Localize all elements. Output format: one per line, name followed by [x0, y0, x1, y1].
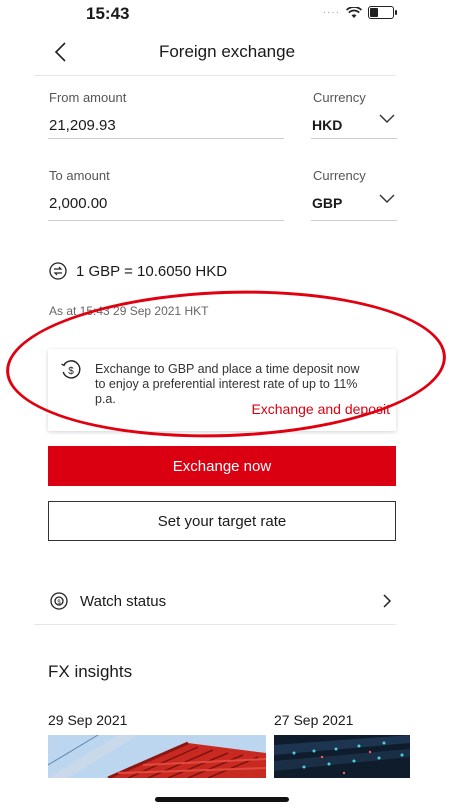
page-title: Foreign exchange — [158, 42, 296, 61]
from-currency-underline — [311, 138, 397, 139]
swap-icon — [49, 262, 67, 280]
watch-divider — [34, 624, 396, 625]
home-indicator — [155, 797, 289, 802]
to-amount-label: To amount — [49, 168, 110, 183]
watch-status-label: Watch status — [80, 593, 167, 610]
status-time: 15:43 — [86, 4, 130, 23]
insight-image-crane — [48, 735, 266, 778]
status-icons: ···· — [322, 6, 397, 19]
from-currency-select[interactable]: HKD — [312, 117, 342, 133]
chevron-down-icon[interactable] — [378, 193, 396, 205]
from-currency-label: Currency — [313, 90, 366, 105]
insight-card-date: 27 Sep 2021 — [274, 712, 354, 728]
to-currency-underline — [311, 220, 397, 221]
to-currency-select[interactable]: GBP — [312, 195, 342, 211]
insight-card-date: 29 Sep 2021 — [48, 712, 128, 728]
set-target-rate-button[interactable]: Set your target rate — [48, 501, 396, 541]
from-amount-label: From amount — [49, 90, 127, 105]
fx-insights-title: FX insights — [48, 662, 133, 681]
nav-divider — [34, 75, 396, 76]
to-amount-underline — [48, 220, 284, 221]
to-amount-field[interactable]: 2,000.00 — [49, 195, 107, 212]
from-amount-underline — [48, 138, 284, 139]
insight-card-image[interactable] — [48, 735, 266, 778]
exchange-now-button[interactable]: Exchange now — [48, 446, 396, 486]
battery-icon — [368, 6, 397, 19]
chevron-right-icon[interactable] — [382, 593, 392, 609]
watch-status-icon: $ — [50, 592, 68, 610]
from-amount-field[interactable]: 21,209.93 — [49, 117, 116, 134]
to-currency-label: Currency — [313, 168, 366, 183]
wifi-icon — [346, 6, 362, 18]
insight-image-servers — [274, 735, 410, 778]
exchange-rate: 1 GBP = 10.6050 HKD — [76, 263, 228, 280]
chevron-down-icon[interactable] — [378, 113, 396, 125]
signal-icon: ···· — [322, 7, 340, 18]
insight-card-image[interactable] — [274, 735, 410, 778]
